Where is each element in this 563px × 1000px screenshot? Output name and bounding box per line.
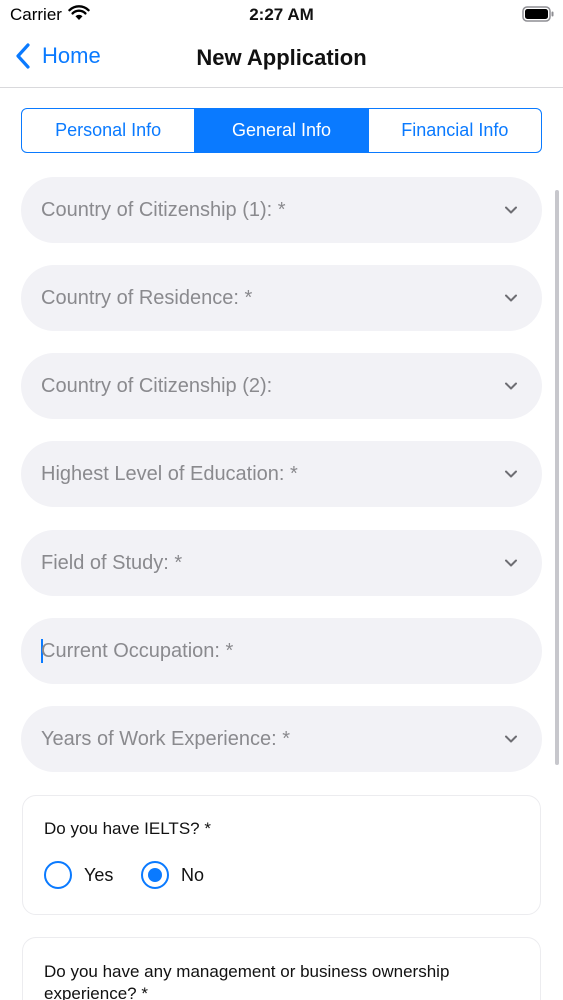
current-occupation-input[interactable]: Current Occupation: * — [21, 618, 542, 684]
battery-icon — [522, 6, 554, 22]
section-tabs: Personal Info General Info Financial Inf… — [21, 108, 542, 153]
status-bar: Carrier 2:27 AM — [0, 0, 563, 30]
education-dropdown[interactable]: Highest Level of Education: * — [21, 441, 542, 507]
ielts-yes-radio[interactable]: Yes — [44, 861, 113, 889]
citizenship-2-dropdown[interactable]: Country of Citizenship (2): — [21, 353, 542, 419]
radio-selected — [141, 861, 169, 889]
field-label: Years of Work Experience: * — [41, 727, 291, 750]
clock: 2:27 AM — [249, 5, 314, 24]
page-title: New Application — [196, 45, 367, 70]
field-label: Field of Study: * — [41, 551, 183, 574]
scrollbar[interactable] — [555, 190, 559, 765]
ielts-no-radio[interactable]: No — [141, 861, 204, 889]
management-card: Do you have any management or business o… — [22, 937, 541, 1000]
tab-personal-info[interactable]: Personal Info — [22, 109, 196, 152]
field-label: Highest Level of Education: * — [41, 462, 298, 485]
tab-financial-info[interactable]: Financial Info — [369, 109, 541, 152]
management-question: Do you have any management or business o… — [44, 962, 450, 1000]
chevron-down-icon — [505, 206, 517, 214]
chevron-down-icon — [505, 559, 517, 567]
radio-label: Yes — [84, 864, 114, 885]
field-label: Country of Citizenship (1): * — [41, 198, 286, 221]
chevron-down-icon — [505, 470, 517, 478]
field-label: Country of Citizenship (2): — [41, 374, 273, 397]
radio-label: No — [181, 864, 205, 885]
tab-general-info[interactable]: General Info — [195, 109, 369, 152]
chevron-down-icon — [505, 294, 517, 302]
chevron-down-icon — [505, 382, 517, 390]
radio-unselected — [44, 861, 72, 889]
field-placeholder: Current Occupation: * — [41, 639, 234, 662]
field-label: Country of Residence: * — [41, 286, 253, 309]
chevron-down-icon — [505, 735, 517, 743]
ielts-question: Do you have IELTS? * — [44, 819, 211, 838]
residence-dropdown[interactable]: Country of Residence: * — [21, 265, 542, 331]
citizenship-1-dropdown[interactable]: Country of Citizenship (1): * — [21, 177, 542, 243]
navigation-bar: Home New Application — [0, 30, 563, 88]
work-experience-dropdown[interactable]: Years of Work Experience: * — [21, 706, 542, 772]
field-of-study-dropdown[interactable]: Field of Study: * — [21, 530, 542, 596]
ielts-card: Do you have IELTS? * Yes No — [22, 795, 541, 915]
